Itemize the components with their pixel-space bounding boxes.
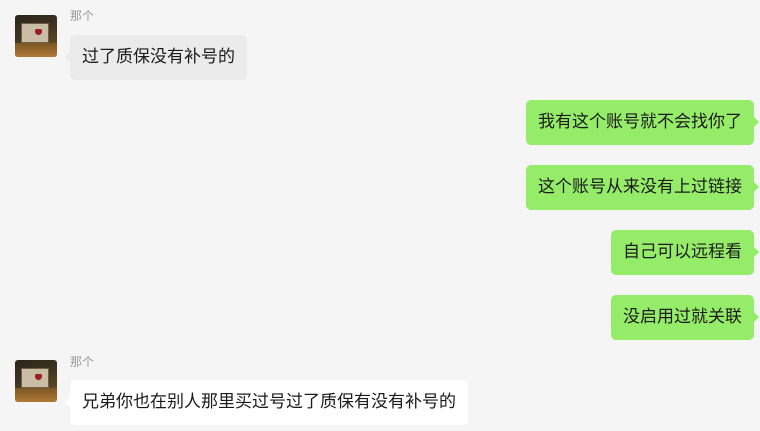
outgoing-message-bubble[interactable]: 这个账号从来没有上过链接 xyxy=(526,165,759,210)
incoming-message-bubble[interactable]: 兄弟你也在别人那里买过号过了质保有没有补号的 xyxy=(65,380,468,425)
incoming-message-bubble[interactable]: 过了质保没有补号的 xyxy=(65,35,247,80)
outgoing-message-bubble[interactable]: 自己可以远程看 xyxy=(611,230,759,275)
contact-avatar[interactable] xyxy=(15,15,57,57)
sender-name: 那个 xyxy=(70,355,95,369)
outgoing-message-bubble[interactable]: 我有这个账号就不会找你了 xyxy=(526,100,759,145)
contact-avatar[interactable] xyxy=(15,360,57,402)
sender-name: 那个 xyxy=(70,9,95,23)
avatar-table xyxy=(15,388,57,402)
chat-window: 那个 过了质保没有补号的 我有这个账号就不会找你了 这个账号从来没有上过链接 自… xyxy=(0,0,760,431)
outgoing-message-bubble[interactable]: 没启用过就关联 xyxy=(611,295,759,340)
avatar-table xyxy=(15,43,57,57)
